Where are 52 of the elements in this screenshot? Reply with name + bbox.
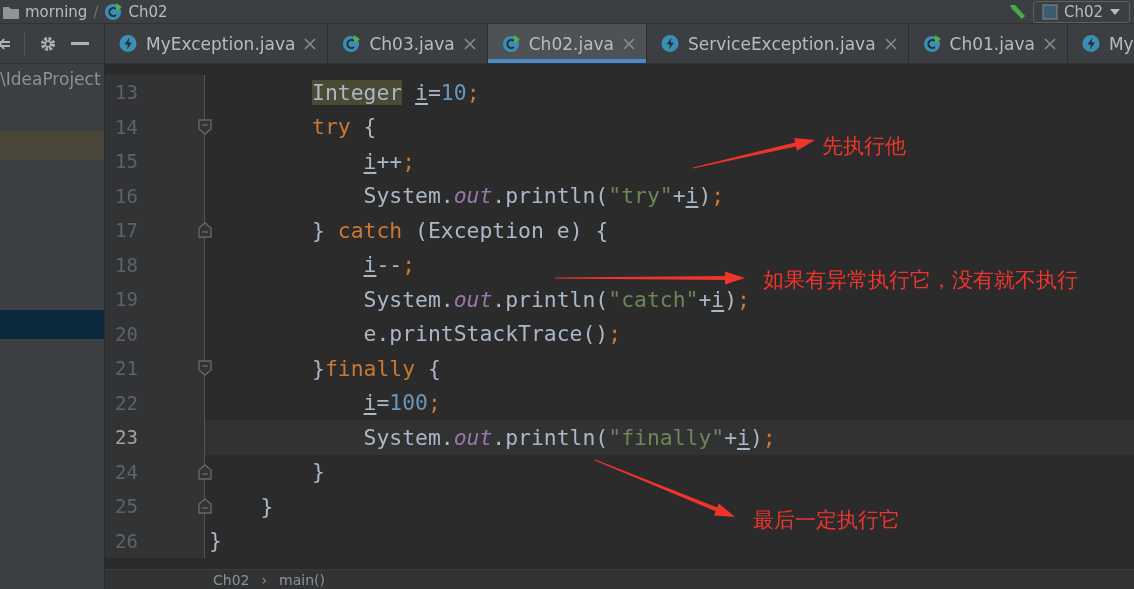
close-icon[interactable] [303,36,318,51]
settings-icon [39,34,57,53]
class-icon [922,34,942,53]
fold-icon[interactable] [198,360,212,376]
annotation-text: 如果有异常执行它，没有就不执行 [763,267,1078,294]
nav-crumb[interactable]: morning [25,2,88,21]
code-line: e.printStackTrace(); [362,321,622,347]
annotation-text: 最后一定执行它 [753,507,900,534]
code-line: System.out.println("finally"+i); [362,424,776,450]
tab[interactable]: MyException.java [105,24,329,63]
tab[interactable]: ServiceException.java [647,24,909,63]
code-line: try { [311,114,377,140]
line-number: 23 [114,426,138,449]
tab[interactable]: Ch02.java [487,24,648,63]
nav-crumb[interactable]: Ch02 [128,2,168,21]
code-line: } [311,459,325,485]
fold-icon[interactable] [198,498,212,514]
breadcrumb-separator: › [261,571,268,588]
code-line: i=100; [362,390,441,416]
caret-icon [1109,6,1121,17]
code-line: } catch (Exception e) { [311,217,609,243]
code-line: }finally { [311,355,441,381]
tab[interactable]: Ch01.java [908,24,1068,63]
project-path: \IdeaProject [0,68,102,91]
minimize-icon [71,42,89,45]
close-icon[interactable] [622,36,637,51]
fold-icon[interactable] [198,118,212,135]
lightning-icon [1081,34,1101,53]
window-icon [1041,3,1058,20]
class-icon [501,34,521,53]
lightning-icon [661,34,681,53]
annotation-text: 先执行他 [822,133,906,160]
path-separator: / [93,2,99,21]
class-icon [104,2,124,21]
class-icon [342,34,362,53]
breadcrumb-item[interactable]: main() [279,571,325,588]
close-icon[interactable] [462,36,477,51]
run-config-dropdown[interactable]: Ch02 [1032,0,1130,23]
code-line: i--; [362,252,416,278]
lightning-icon [119,34,138,53]
breadcrumb-item[interactable]: Ch02 [213,571,250,588]
code-line: } [259,493,274,519]
code-line: System.out.println("catch"+i); [362,286,750,312]
tab[interactable]: Ch03.java [328,24,488,63]
close-icon[interactable] [883,36,898,51]
tab[interactable]: My [1067,24,1134,63]
code-line: System.out.println("try"+i); [362,183,725,209]
fold-icon[interactable] [198,463,212,480]
close-icon[interactable] [1042,36,1057,51]
code-line: i++; [362,148,416,174]
fold-icon[interactable] [198,222,212,238]
code-line: } [209,528,222,554]
